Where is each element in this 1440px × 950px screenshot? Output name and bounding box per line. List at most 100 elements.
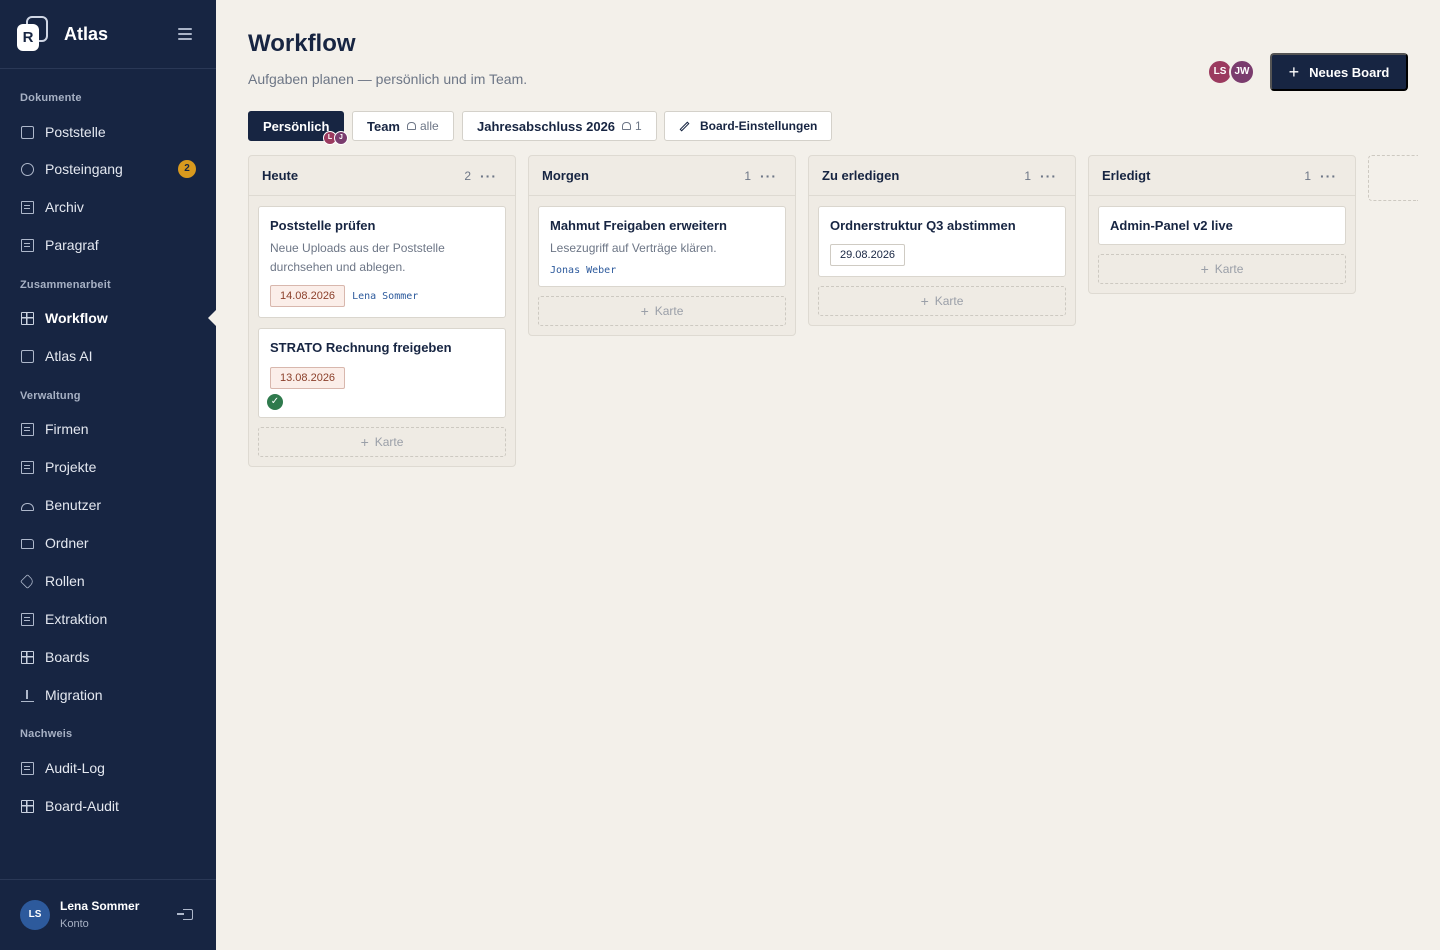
more-icon[interactable]: ··· xyxy=(1040,168,1057,184)
card-description: Neue Uploads aus der Poststelle durchseh… xyxy=(270,241,445,274)
sidebar-item-label: Atlas AI xyxy=(45,348,93,364)
tab-personal[interactable]: Persönlich L J xyxy=(248,111,348,145)
avatar: J xyxy=(334,131,348,145)
card-count: 2 xyxy=(464,168,471,183)
member-count: 1 xyxy=(635,119,642,133)
sidebar-item-label: Migration xyxy=(45,687,103,703)
assignee: Lena Sommer xyxy=(352,290,419,302)
add-card-button[interactable]: + Karte xyxy=(1098,254,1346,284)
more-icon[interactable]: ··· xyxy=(480,168,497,184)
sidebar-item-archiv[interactable]: Archiv xyxy=(0,189,216,225)
card-title: Poststelle prüfen xyxy=(270,218,376,233)
card-count: 1 xyxy=(744,168,751,183)
menu-toggle-icon[interactable] xyxy=(178,28,192,40)
plus-icon: + xyxy=(360,434,369,450)
check-icon[interactable]: ✓ xyxy=(267,394,283,410)
avatar: JW xyxy=(1229,59,1255,85)
add-column-placeholder[interactable] xyxy=(1368,155,1418,201)
sidebar-item-firmen[interactable]: Firmen xyxy=(0,411,216,447)
sidebar-item-label: Poststelle xyxy=(45,124,106,140)
add-card-button[interactable]: + Karte xyxy=(818,286,1066,316)
more-icon[interactable]: ··· xyxy=(1320,168,1337,184)
column-morgen: Morgen 1 ··· Mahmut Freigaben erweitern … xyxy=(528,155,796,336)
sidebar-item-poststelle[interactable]: Poststelle xyxy=(0,114,216,150)
pencil-icon xyxy=(679,121,690,131)
archive-icon xyxy=(21,200,34,214)
card[interactable]: STRATO Rechnung freigeben 13.08.2026 ✓ xyxy=(258,328,506,418)
card[interactable]: Mahmut Freigaben erweitern Lesezugriff a… xyxy=(538,206,786,287)
sidebar-item-label: Benutzer xyxy=(45,497,102,513)
sidebar-item-label: Board-Audit xyxy=(45,798,119,814)
sidebar-item-label: Firmen xyxy=(45,421,89,437)
card-count: 1 xyxy=(1024,168,1031,183)
card[interactable]: Poststelle prüfen Neue Uploads aus der P… xyxy=(258,206,506,318)
sidebar: R Atlas Dokumente Poststelle Posteingang… xyxy=(0,0,216,950)
card-title: Ordnerstruktur Q3 abstimmen xyxy=(830,218,1016,233)
log-icon xyxy=(21,761,34,775)
card[interactable]: Admin-Panel v2 live xyxy=(1098,206,1346,245)
card[interactable]: Ordnerstruktur Q3 abstimmen 29.08.2026 xyxy=(818,206,1066,277)
sidebar-item-migration[interactable]: Migration xyxy=(0,677,216,713)
add-card-button[interactable]: + Karte xyxy=(258,427,506,457)
sidebar-item-projekte[interactable]: Projekte xyxy=(0,449,216,485)
board-icon xyxy=(21,799,34,813)
add-card-button[interactable]: + Karte xyxy=(538,296,786,326)
sidebar-item-audit-log[interactable]: Audit-Log xyxy=(0,750,216,786)
board-icon xyxy=(21,311,34,325)
column-title: Zu erledigen xyxy=(822,168,900,183)
building-icon xyxy=(21,422,34,436)
sidebar-item-workflow[interactable]: Workflow xyxy=(0,300,216,336)
nav-section-verwaltung: Verwaltung xyxy=(20,390,81,402)
add-card-label: Karte xyxy=(934,294,964,308)
sidebar-item-ordner[interactable]: Ordner xyxy=(0,525,216,561)
board-settings-button[interactable]: Board-Einstellungen xyxy=(664,111,833,141)
sidebar-item-posteingang[interactable]: Posteingang 2 xyxy=(0,151,216,187)
tab-team[interactable]: Team alle xyxy=(352,111,454,141)
nav-section-nachweis: Nachweis xyxy=(20,728,73,740)
sidebar-item-boards[interactable]: Boards xyxy=(0,639,216,675)
nav-section-zusammenarbeit: Zusammenarbeit xyxy=(20,279,111,291)
brand: R Atlas xyxy=(0,0,216,69)
upload-icon xyxy=(21,689,34,702)
assignee: Jonas Weber xyxy=(550,265,617,276)
account-footer[interactable]: LS Lena Sommer Konto xyxy=(0,879,216,950)
team-avatars[interactable]: LS JW xyxy=(1207,59,1257,85)
sidebar-item-label: Boards xyxy=(45,649,90,665)
column-title: Heute xyxy=(262,168,299,183)
clock-icon xyxy=(21,162,34,176)
sidebar-item-paragraf[interactable]: Paragraf xyxy=(0,227,216,263)
sidebar-item-board-audit[interactable]: Board-Audit xyxy=(0,788,216,824)
column-title: Erledigt xyxy=(1102,168,1151,183)
app-logo[interactable]: R xyxy=(17,16,49,52)
plus-icon: + xyxy=(640,303,649,319)
sidebar-item-label: Paragraf xyxy=(45,237,99,253)
nav-section-dokumente: Dokumente xyxy=(20,92,82,104)
paragraph-icon xyxy=(21,238,34,252)
sidebar-item-benutzer[interactable]: Benutzer xyxy=(0,487,216,523)
add-card-label: Karte xyxy=(374,435,404,449)
users-icon xyxy=(622,122,632,130)
tab-label: Persönlich xyxy=(263,118,330,134)
sidebar-item-label: Audit-Log xyxy=(45,760,105,776)
new-board-button[interactable]: + Neues Board xyxy=(1270,53,1408,91)
app-name: Atlas xyxy=(64,23,109,44)
column-header: Heute 2 ··· xyxy=(249,156,515,196)
sidebar-item-extraktion[interactable]: Extraktion xyxy=(0,601,216,637)
new-board-label: Neues Board xyxy=(1309,64,1390,80)
column-title: Morgen xyxy=(542,168,589,183)
more-icon[interactable]: ··· xyxy=(760,168,777,184)
tab-scope: alle xyxy=(420,119,439,133)
folder-icon xyxy=(21,539,34,549)
tab-jahresabschluss[interactable]: Jahresabschluss 2026 1 xyxy=(462,111,657,141)
sidebar-item-label: Ordner xyxy=(45,535,89,551)
board-icon xyxy=(21,650,34,664)
sidebar-item-atlas-ai[interactable]: Atlas AI xyxy=(0,338,216,374)
card-description: Lesezugriff auf Verträge klären. xyxy=(550,241,717,255)
tab-label: Jahresabschluss 2026 xyxy=(477,118,616,134)
plus-icon: + xyxy=(920,293,929,309)
plus-icon: + xyxy=(1200,261,1209,277)
logout-icon[interactable] xyxy=(177,909,193,920)
button-label: Board-Einstellungen xyxy=(700,119,818,133)
sidebar-item-rollen[interactable]: Rollen xyxy=(0,563,216,599)
avatar: LS xyxy=(20,900,50,930)
